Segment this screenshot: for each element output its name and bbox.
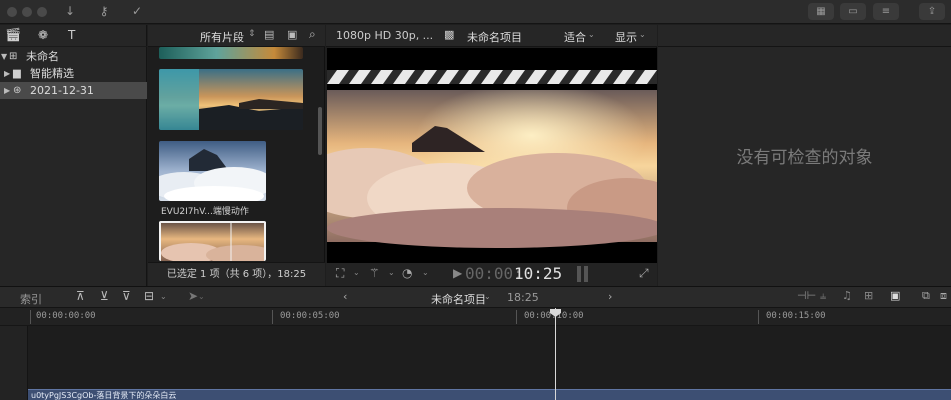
layout-timeline-icon[interactable]: ▭ (840, 3, 866, 20)
disclosure-open-icon[interactable]: ▼ (1, 48, 7, 65)
layout-inspector-icon[interactable]: ≡ (873, 3, 899, 20)
video-preview[interactable] (327, 48, 657, 263)
library-sidebar: 🎬︎ ❁ T ▼ ⊞ 未命名 ▶ ▆ 智能精选 ▶ ⊛ 2021-12-31 (0, 25, 147, 286)
clip-thumbnail[interactable] (159, 69, 303, 130)
viewer-header: 1080p HD 30p, ... ▩ 未命名项目 适合 ⌄ 显示 ⌄ (326, 25, 657, 47)
clip-thumbnail-selected[interactable] (159, 221, 266, 261)
timecode-value: 10:25 (514, 264, 563, 283)
browser-header: 所有片段 ⇕ ▤ ▣ ⌕ (148, 25, 325, 47)
photos-icon[interactable]: ❁ (38, 28, 48, 42)
clip-thumbnail[interactable] (159, 141, 266, 201)
audio-meter-left (577, 266, 581, 282)
snapping-icon[interactable]: ⊞ (864, 289, 873, 302)
clip-appearance-icon[interactable]: ▣ (890, 289, 900, 302)
ruler-tick (758, 310, 759, 324)
ruler-label: 00:00:05:00 (280, 311, 340, 321)
grid-icon: ⊞ (9, 51, 18, 62)
ruler-tick (30, 310, 31, 324)
chevron-down-icon[interactable]: ⌄ (160, 292, 167, 301)
zoom-window-icon[interactable] (37, 7, 47, 17)
clapper-icon: ▩ (444, 28, 455, 41)
history-back-icon[interactable]: ‹ (343, 290, 347, 303)
layout-library-icon[interactable]: ▦ (808, 3, 834, 20)
disclosure-closed-icon[interactable]: ▶ (4, 82, 10, 99)
clip-browser: 所有片段 ⇕ ▤ ▣ ⌕ EVU2I7hV...端慢动作 已选定 1 项（共 6… (148, 25, 325, 286)
timeline-duration: 18:25 (507, 291, 539, 304)
star-event-icon: ⊛ (13, 85, 22, 96)
history-forward-icon[interactable]: › (608, 290, 612, 303)
viewer-project-name: 未命名项目 (467, 31, 522, 44)
display-menu[interactable]: 显示 (615, 29, 637, 45)
select-tool-icon[interactable]: ➤ (188, 289, 198, 303)
effects-browser-icon[interactable]: ⧉ (922, 289, 930, 303)
disclosure-closed-icon[interactable]: ▶ (4, 65, 10, 82)
inspector-header (658, 25, 951, 47)
import-icon[interactable]: ↓ (60, 3, 80, 20)
fullscreen-icon[interactable]: ⤢ (639, 266, 649, 281)
timeline-clip[interactable]: u0tyPgJS3CgOb-落日背景下的朵朵白云 (28, 389, 951, 400)
chevron-down-icon: ⌄ (639, 30, 646, 39)
inspector: 没有可检查的对象 (658, 25, 951, 286)
top-toolbar: ↓ ⚷ ✓ ▦ ▭ ≡ ⇪ (0, 0, 951, 24)
library-header: 🎬︎ ❁ T (0, 25, 147, 47)
append-clip-icon[interactable]: ⊽ (122, 289, 131, 303)
chevron-updown-icon[interactable]: ⇕ (248, 29, 256, 39)
library-item-unnamed[interactable]: ▼ ⊞ 未命名 (0, 48, 147, 65)
chevron-down-icon[interactable]: ⌄ (388, 268, 395, 277)
timeline-ruler[interactable]: 00:00:00:00 00:00:05:00 00:00:10:00 00:0… (0, 308, 951, 326)
clip-filter-menu[interactable]: 所有片段 (200, 29, 244, 45)
close-window-icon[interactable] (7, 7, 17, 17)
playhead[interactable] (555, 308, 556, 400)
background-tasks-icon[interactable]: ✓ (127, 3, 147, 20)
chevron-down-icon: ⌄ (588, 30, 595, 39)
filmstrip-icon[interactable]: ▣ (287, 28, 297, 41)
enhance-wand-icon[interactable]: ⚚ (369, 266, 380, 280)
format-label[interactable]: 1080p HD 30p, ... (336, 29, 433, 42)
play-icon[interactable]: ▶ (453, 266, 462, 280)
audio-skimming-icon[interactable]: ⫨ (820, 289, 826, 303)
chevron-down-icon[interactable]: ⌄ (422, 268, 429, 277)
search-icon[interactable]: ⌕ (309, 27, 316, 42)
audio-meter-right (584, 266, 588, 282)
timeline-project-name: 未命名项目 (431, 293, 486, 306)
clip-appearance-icon[interactable]: ▤ (264, 28, 274, 41)
folder-icon: ▆ (13, 68, 21, 79)
connect-clip-icon[interactable]: ⊼ (76, 289, 85, 303)
chevron-down-icon[interactable]: ⌄ (353, 268, 360, 277)
browser-scrollbar[interactable] (318, 107, 322, 155)
ruler-tick (272, 310, 273, 324)
inspector-empty-message: 没有可检查的对象 (736, 148, 873, 168)
ruler-label: 00:00:00:00 (36, 311, 96, 321)
ruler-label: 00:00:15:00 (766, 311, 826, 321)
chevron-down-icon[interactable]: ⌄ (484, 292, 491, 301)
chevron-down-icon[interactable]: ⌄ (198, 292, 205, 301)
share-icon[interactable]: ⇪ (919, 3, 945, 20)
minimize-window-icon[interactable] (22, 7, 32, 17)
titles-icon[interactable]: T (68, 28, 75, 42)
clip-thumbnail[interactable] (159, 47, 303, 59)
viewer: 1080p HD 30p, ... ▩ 未命名项目 适合 ⌄ 显示 ⌄ ⛶ ⌄ … (326, 25, 657, 286)
transform-icon[interactable]: ⛶ (336, 266, 344, 281)
ruler-tick (516, 310, 517, 324)
clip-name: EVU2I7hV...端慢动作 (161, 207, 249, 217)
overwrite-clip-icon[interactable]: ⊟ (144, 289, 154, 303)
skimming-icon[interactable]: ⊣⊢ (797, 289, 816, 302)
headphones-icon[interactable]: ♫ (842, 289, 852, 302)
transitions-browser-icon[interactable]: ⧈ (940, 289, 947, 303)
timeline-clip-name: u0tyPgJS3CgOb-落日背景下的朵朵白云 (31, 391, 177, 400)
timeline-toolbar: 索引 ⊼ ⊻ ⊽ ⊟ ⌄ ➤ ⌄ ‹ 未命名项目 ⌄ 18:25 › ⊣⊢ ⫨ … (0, 286, 951, 308)
zoom-menu[interactable]: 适合 (564, 29, 586, 45)
insert-clip-icon[interactable]: ⊻ (100, 289, 109, 303)
library-item-event[interactable]: ▶ ⊛ 2021-12-31 (0, 82, 147, 99)
viewer-controls: ⛶ ⌄ ⚚ ⌄ ◔ ⌄ ▶ 00:00: 10:25 ⤢ (326, 263, 657, 286)
clapper-icon[interactable]: 🎬︎ (5, 28, 22, 43)
index-button[interactable]: 索引 (20, 291, 42, 307)
keywords-icon[interactable]: ⚷ (93, 3, 115, 20)
speed-gauge-icon[interactable]: ◔ (402, 266, 412, 280)
library-item-smart-collections[interactable]: ▶ ▆ 智能精选 (0, 65, 147, 82)
selection-status: 已选定 1 项（共 6 项），18:25 (148, 262, 325, 286)
